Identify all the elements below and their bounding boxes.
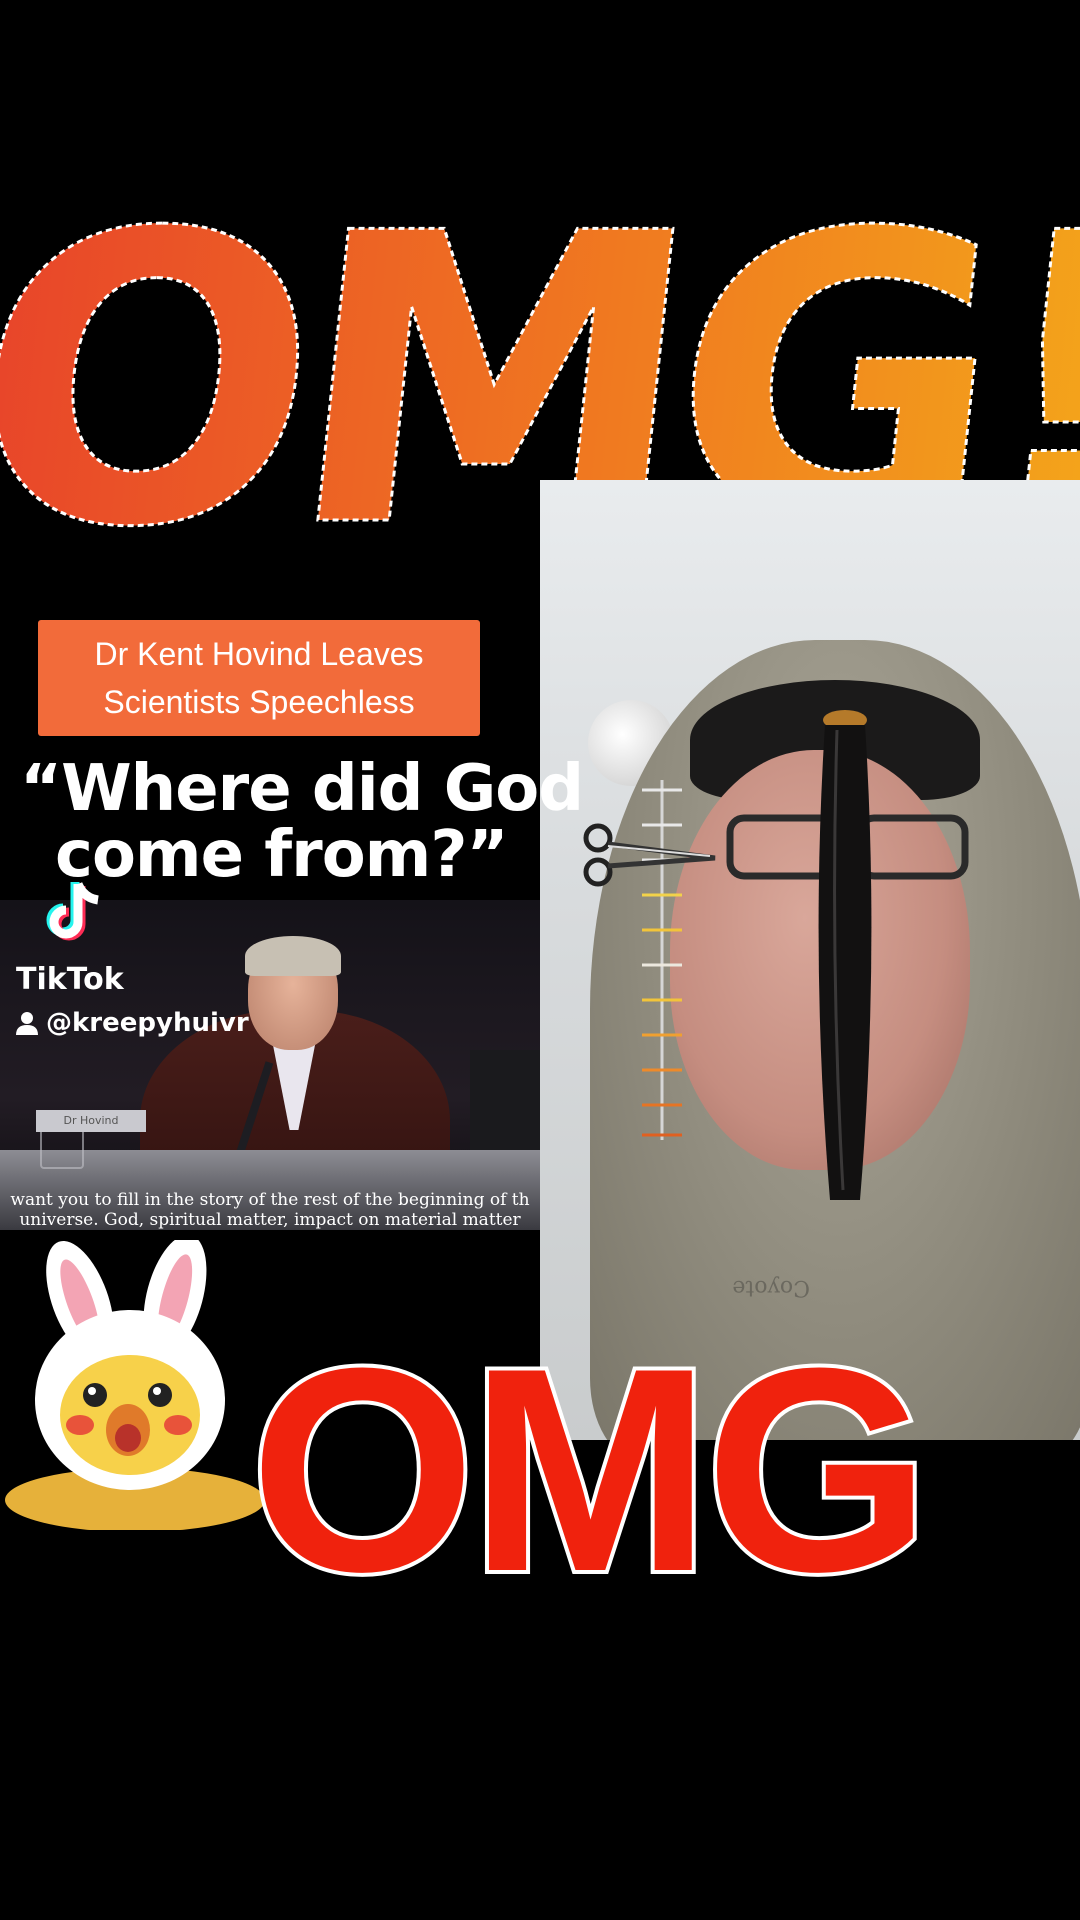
omg-bottom-text: OMG	[250, 1310, 925, 1610]
headline-banner: Dr Kent Hovind Leaves Scientists Speechl…	[38, 620, 480, 736]
username-text: @kreepyhuivr	[46, 1008, 249, 1038]
ponytail-filter	[818, 710, 872, 1200]
subtitle-line-2: universe. God, spiritual matter, impact …	[19, 1210, 521, 1230]
headline-line-2: Scientists Speechless	[103, 684, 415, 720]
bunny-chick-sticker	[5, 1240, 265, 1530]
quote-line-1: “Where did God	[20, 752, 584, 826]
scissors-icon	[583, 823, 716, 887]
quote-line-2: come from?”	[55, 818, 509, 892]
camera-video-panel: Coyote	[540, 480, 1080, 1440]
tiktok-wordmark: TikTok	[16, 962, 124, 997]
speaker-hair	[245, 936, 341, 976]
hoodie-print: Coyote	[732, 1275, 810, 1300]
monitor	[470, 1050, 540, 1160]
tiktok-logo-icon	[46, 882, 99, 941]
video-subtitle: want you to fill in the story of the res…	[0, 1190, 540, 1230]
headline-line-1: Dr Kent Hovind Leaves	[94, 636, 424, 672]
omg-sticker-bottom: OMG	[250, 1310, 935, 1610]
tiktok-username: @kreepyhuivr	[16, 1008, 249, 1038]
user-icon	[16, 1012, 38, 1035]
name-plate: Dr Hovind	[36, 1110, 146, 1132]
subtitle-line-1: want you to fill in the story of the res…	[10, 1190, 530, 1210]
quote-caption: “Where did God come from?”	[0, 752, 584, 892]
